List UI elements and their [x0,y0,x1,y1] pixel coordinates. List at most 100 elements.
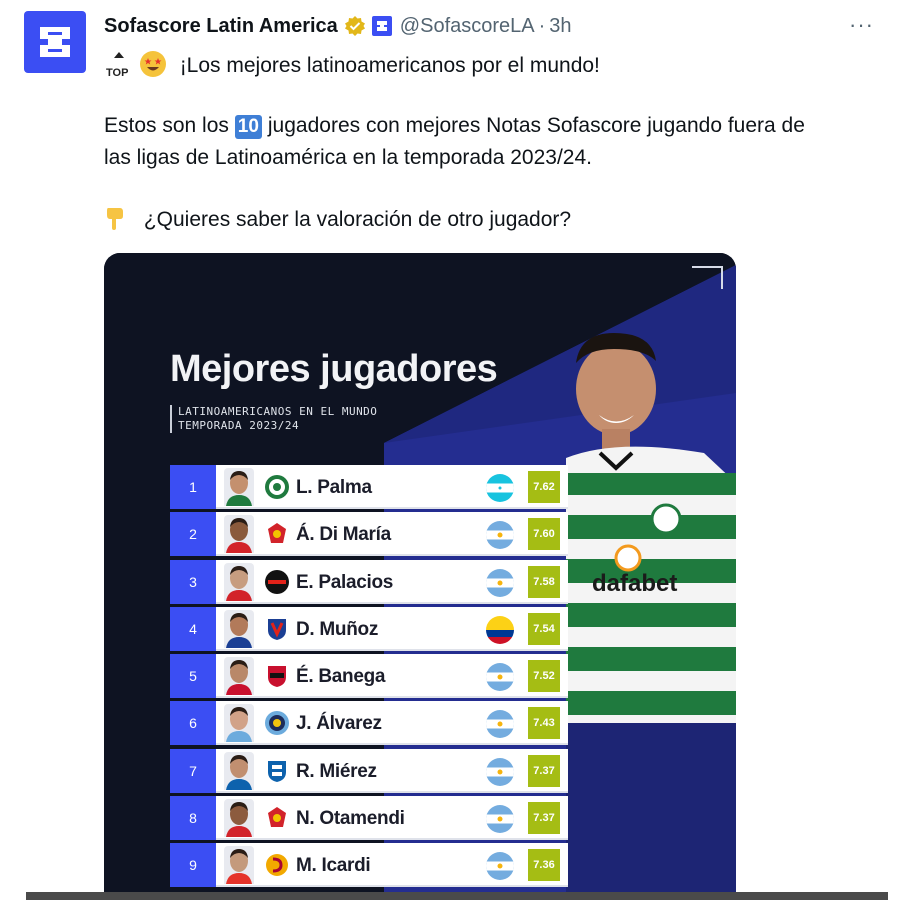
player-cell: L. Palma 7.62 [216,465,568,509]
player-name: É. Banega [296,666,386,688]
keycap-ten-emoji-icon: 10 [234,115,262,139]
table-row: 2 Á. Di María 7.60 [170,512,568,559]
rating-badge: 7.52 [528,660,560,693]
argentina-flag-icon [486,663,514,692]
argentina-flag-icon [486,757,514,786]
profile-avatar[interactable] [24,11,86,73]
neom-crest-icon [264,663,290,689]
table-row: 3 E. Palacios 7.58 [170,559,568,607]
rank-cell: 9 [170,843,216,888]
svg-text:TOP: TOP [106,67,128,78]
rating-badge: 7.54 [528,612,560,645]
rank-cell: 5 [170,654,216,699]
table-row: 4 D. Muñoz 7.54 [170,606,568,654]
player-photo [224,846,254,885]
rating-badge: 7.58 [528,565,560,598]
rank-cell: 8 [170,796,216,841]
rank-cell: 1 [170,465,216,509]
argentina-flag-icon [486,521,514,550]
table-row: 1 L. Palma 7.62 [170,465,568,512]
star-struck-emoji-icon [139,51,166,77]
leverkusen-crest-icon [264,569,290,595]
tweet-text-line-1: TOP ¡Los mejores latinoamericanos por el… [104,50,600,79]
colombia-flag-icon [486,615,514,644]
player-photo [224,515,254,554]
rating-badge: 7.36 [528,849,560,882]
player-name: R. Miérez [296,760,377,782]
player-cell: R. Miérez 7.37 [216,748,568,793]
benfica-crest-icon [264,805,290,831]
player-cell: Á. Di María 7.60 [216,512,568,557]
card-subtitle-line-2: TEMPORADA 2023/24 [178,419,300,432]
rating-badge: 7.60 [528,518,560,551]
card-subtitle: LATINOAMERICANOS EN EL MUNDO TEMPORADA 2… [170,405,377,433]
verified-gold-badge-icon[interactable] [344,15,366,37]
tweet-text-line-4: ¿Quieres saber la valoración de otro jug… [104,205,571,232]
top-arrow-emoji-icon: TOP [104,50,134,79]
rating-badge: 7.37 [528,754,560,787]
player-cell: J. Álvarez 7.43 [216,701,568,746]
player-photo [224,657,254,696]
player-name: D. Muñoz [296,618,379,640]
pointing-down-emoji-icon [104,205,128,231]
celtic-crest-icon [264,474,290,500]
player-name: M. Icardi [296,855,371,877]
rank-cell: 4 [170,606,216,651]
rank-cell: 6 [170,701,216,746]
player-photo [224,609,254,648]
player-name: L. Palma [296,477,372,498]
crystal-palace-crest-icon [264,616,290,642]
player-cell: N. Otamendi 7.37 [216,796,568,841]
bottom-scrollbar[interactable] [26,892,888,900]
tweet-media-image[interactable]: dafabet Mejores jugadores LATINOAMERICAN… [104,253,736,900]
player-cell: M. Icardi 7.36 [216,843,568,888]
table-row: 8 N. Otamendi 7.37 [170,796,568,843]
rank-cell: 3 [170,559,216,604]
timestamp[interactable]: 3h [549,15,571,38]
argentina-flag-icon [486,805,514,834]
separator-dot: · [538,14,546,37]
table-row: 7 R. Miérez 7.37 [170,748,568,796]
rank-cell: 2 [170,512,216,557]
sponsor-logo-text: dafabet [592,570,677,597]
player-name: Á. Di María [296,524,391,546]
rating-badge: 7.43 [528,707,560,740]
player-photo [224,562,254,601]
benfica-crest-icon [264,521,290,547]
rating-badge: 7.37 [528,802,560,835]
card-title: Mejores jugadores [170,348,498,390]
player-photo [224,704,254,743]
zaragoza-crest-icon [264,758,290,784]
argentina-flag-icon [486,568,514,597]
player-photo [224,799,254,838]
player-cell: É. Banega 7.52 [216,654,568,699]
table-row: 6 J. Álvarez 7.43 [170,701,568,748]
display-name[interactable]: Sofascore Latin America [104,15,338,38]
player-cell: E. Palacios 7.58 [216,559,568,604]
player-name: E. Palacios [296,571,394,593]
argentina-flag-icon [486,710,514,739]
player-name: N. Otamendi [296,808,405,830]
card-subtitle-line-1: LATINOAMERICANOS EN EL MUNDO [178,405,378,418]
tweet-line-1-text: ¡Los mejores latinoamericanos por el mun… [179,54,600,77]
tweet-line-2-suffix: jugadores con mejores Notas Sofascore ju… [267,114,805,137]
rank-cell: 7 [170,748,216,793]
argentina-flag-icon [486,852,514,881]
player-name: J. Álvarez [296,713,382,735]
table-row: 5 É. Banega 7.52 [170,654,568,701]
ranking-table: 1 L. Palma 7.62 2 Á. Di María 7.60 3 E. Palacio… [170,465,568,891]
tweet-header: Sofascore Latin America @SofascoreLA · 3… [104,12,880,40]
rating-badge: 7.62 [528,471,560,503]
man-city-crest-icon [264,710,290,736]
tweet-text-line-2: Estos son los 10 jugadores con mejores No… [104,114,805,139]
tweet-text-line-3: las ligas de Latinoamérica en la tempora… [104,146,592,169]
honduras-flag-icon [486,474,514,502]
affiliate-badge-icon[interactable] [371,16,392,36]
tweet-line-2-prefix: Estos son los [104,114,229,137]
table-row: 9 M. Icardi 7.36 [170,843,568,890]
more-options-icon[interactable]: ··· [849,12,874,38]
player-photo [224,751,254,790]
tweet-line-4-text: ¿Quieres saber la valoración de otro jug… [143,208,572,231]
user-handle[interactable]: @SofascoreLA [400,15,535,38]
sofascore-logo-icon [40,27,70,57]
